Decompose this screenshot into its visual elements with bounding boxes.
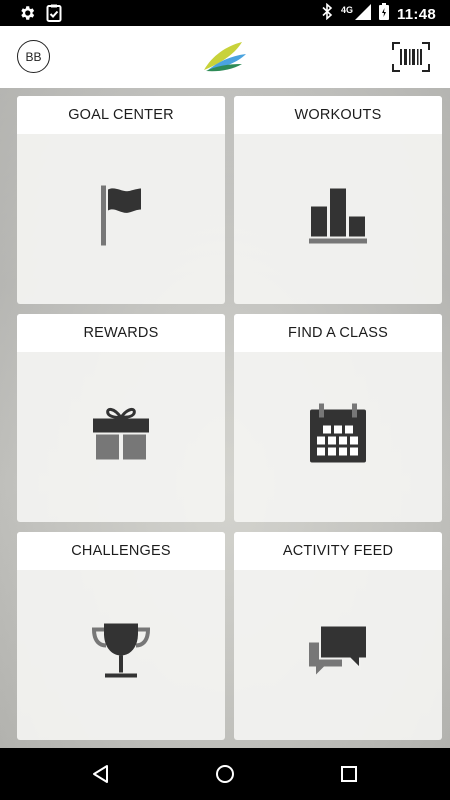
tile-title: CHALLENGES xyxy=(17,532,225,570)
tile-find-a-class[interactable]: FIND A CLASS xyxy=(234,314,442,522)
bar-chart-icon xyxy=(309,187,367,250)
tile-workouts[interactable]: WORKOUTS xyxy=(234,96,442,304)
dashboard-grid: GOAL CENTER WORKOUTS REWARDS FIND A CLAS… xyxy=(0,88,450,748)
system-nav-bar xyxy=(0,748,450,800)
home-circle-icon[interactable] xyxy=(213,762,237,786)
chat-bubbles-icon xyxy=(308,624,368,684)
tile-activity-feed[interactable]: ACTIVITY FEED xyxy=(234,532,442,740)
signal-icon xyxy=(354,3,371,25)
calendar-icon xyxy=(309,403,367,469)
avatar[interactable]: BB xyxy=(17,40,50,73)
tile-title: GOAL CENTER xyxy=(17,96,225,134)
bluetooth-icon xyxy=(321,2,333,25)
tile-title: WORKOUTS xyxy=(234,96,442,134)
tile-rewards[interactable]: REWARDS xyxy=(17,314,225,522)
tile-challenges[interactable]: CHALLENGES xyxy=(17,532,225,740)
tile-title: FIND A CLASS xyxy=(234,314,442,352)
tile-title: ACTIVITY FEED xyxy=(234,532,442,570)
clipboard-check-icon xyxy=(46,4,62,27)
trophy-icon xyxy=(91,623,151,685)
tile-goal-center[interactable]: GOAL CENTER xyxy=(17,96,225,304)
network-type: 4G xyxy=(340,5,353,15)
recents-square-icon[interactable] xyxy=(337,762,361,786)
app-header: BB xyxy=(0,26,450,88)
back-triangle-icon[interactable] xyxy=(89,762,113,786)
status-bar: 4G 11:48 xyxy=(0,0,450,26)
flag-icon xyxy=(99,185,143,251)
tile-title: REWARDS xyxy=(17,314,225,352)
leaf-logo-icon xyxy=(202,40,248,74)
barcode-scan-icon[interactable] xyxy=(392,42,430,72)
gear-icon xyxy=(18,4,36,27)
battery-icon xyxy=(378,3,389,25)
gift-icon xyxy=(92,406,150,467)
clock: 11:48 xyxy=(396,5,436,23)
